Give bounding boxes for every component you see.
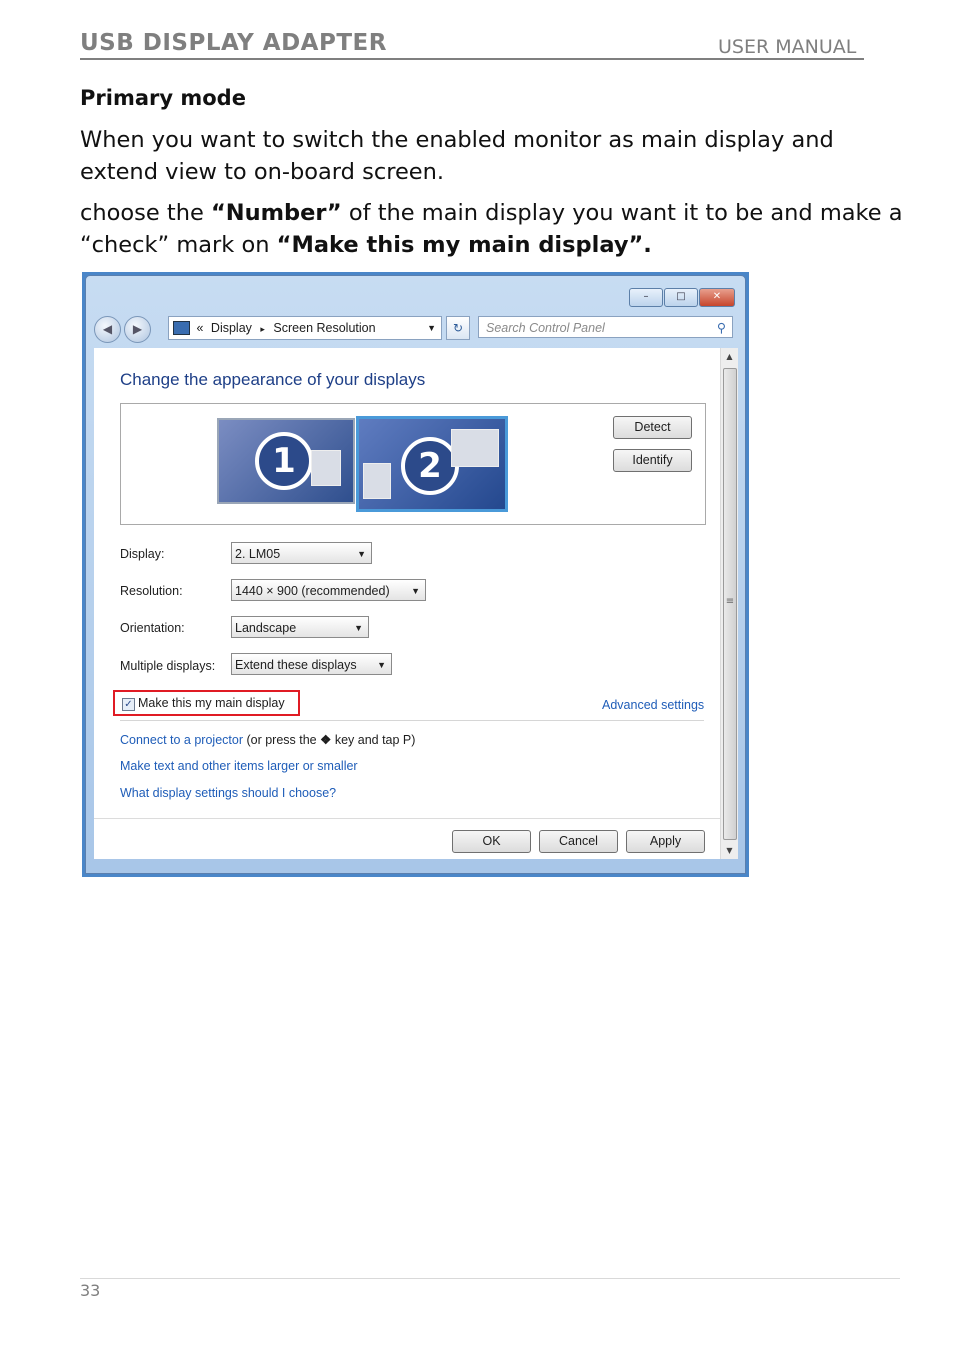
dialog-content: Change the appearance of your displays 1… xyxy=(94,348,720,859)
resolution-select[interactable]: 1440 × 900 (recommended) ▼ xyxy=(231,579,426,601)
search-input[interactable]: Search Control Panel ⚲ xyxy=(478,316,733,338)
orientation-label: Orientation: xyxy=(120,621,185,635)
orientation-select[interactable]: Landscape ▼ xyxy=(231,616,369,638)
monitor-2-sidebar-thumbnail xyxy=(363,463,391,499)
breadcrumb-display[interactable]: Display xyxy=(211,321,252,335)
resolution-select-value: 1440 × 900 (recommended) xyxy=(235,584,390,598)
monitor-1-number: 1 xyxy=(255,432,313,490)
detect-button[interactable]: Detect xyxy=(613,416,692,439)
main-display-checkbox-label[interactable]: Make this my main display xyxy=(138,696,285,710)
address-dropdown-icon[interactable]: ▼ xyxy=(427,317,436,339)
projector-hint-text: (or press the xyxy=(243,733,321,747)
highlight-box: ✓ Make this my main display xyxy=(113,690,300,716)
page-number: 33 xyxy=(80,1281,101,1300)
advanced-settings-link[interactable]: Advanced settings xyxy=(602,698,704,712)
apply-button[interactable]: Apply xyxy=(626,830,705,853)
multiple-displays-label: Multiple displays: xyxy=(120,659,216,673)
minimize-button[interactable]: – xyxy=(629,288,663,307)
window-frame: – □ ✕ ◀ ▶ « Display ▸ Screen Resolution … xyxy=(85,275,746,874)
intro-paragraph: When you want to switch the enabled moni… xyxy=(80,127,834,185)
maximize-button[interactable]: □ xyxy=(664,288,698,307)
projector-hint-text-2: key and tap P) xyxy=(331,733,416,747)
display-settings-help-link[interactable]: What display settings should I choose? xyxy=(120,786,336,800)
display-select[interactable]: 2. LM05 ▼ xyxy=(231,542,372,564)
resolution-label: Resolution: xyxy=(120,584,183,598)
breadcrumb-separator-icon: ▸ xyxy=(260,324,265,334)
control-panel-icon xyxy=(173,321,190,335)
connect-projector-link[interactable]: Connect to a projector xyxy=(120,733,243,747)
scroll-grip-icon: ≡ xyxy=(725,596,735,607)
document-header-subtitle: USER MANUAL xyxy=(718,36,857,58)
vertical-scrollbar[interactable]: ▲ ≡ ▼ xyxy=(720,348,738,859)
monitor-2-thumbnail xyxy=(451,429,499,467)
monitor-1[interactable]: 1 xyxy=(217,418,355,504)
section-title: Primary mode xyxy=(80,86,246,110)
search-placeholder: Search Control Panel xyxy=(486,321,605,335)
divider xyxy=(120,720,704,721)
breadcrumb-chevron: « xyxy=(196,321,204,335)
multiple-displays-select[interactable]: Extend these displays ▼ xyxy=(231,653,392,675)
caption-buttons: – □ ✕ xyxy=(629,288,735,307)
refresh-button[interactable]: ↻ xyxy=(446,316,470,340)
navigation-bar: ◀ ▶ « Display ▸ Screen Resolution ▼ ↻ Se… xyxy=(94,316,735,343)
forward-button[interactable]: ▶ xyxy=(124,316,151,343)
header-divider xyxy=(80,58,864,60)
identify-button[interactable]: Identify xyxy=(613,449,692,472)
display-arrangement-area: 1 2 Detect Identify xyxy=(120,403,706,525)
projector-line: Connect to a projector (or press the ❖ k… xyxy=(120,732,415,747)
dialog-heading: Change the appearance of your displays xyxy=(120,370,426,389)
footer-divider xyxy=(94,818,720,819)
orientation-select-value: Landscape xyxy=(235,621,297,635)
back-arrow-icon: ◀ xyxy=(102,322,113,336)
chevron-down-icon: ▼ xyxy=(354,623,363,633)
breadcrumb-screen-resolution[interactable]: Screen Resolution xyxy=(273,321,375,335)
document-header-title: USB DISPLAY ADAPTER xyxy=(80,30,387,56)
back-button[interactable]: ◀ xyxy=(94,316,121,343)
screen-resolution-window: – □ ✕ ◀ ▶ « Display ▸ Screen Resolution … xyxy=(82,272,749,877)
footer-divider-line xyxy=(80,1278,900,1279)
close-button[interactable]: ✕ xyxy=(699,288,735,307)
monitor-2[interactable]: 2 xyxy=(356,416,508,512)
search-icon: ⚲ xyxy=(716,321,726,335)
scroll-up-icon[interactable]: ▲ xyxy=(721,352,738,361)
text-size-link[interactable]: Make text and other items larger or smal… xyxy=(120,759,358,773)
monitor-1-thumbnail xyxy=(311,450,341,486)
address-bar[interactable]: « Display ▸ Screen Resolution ▼ xyxy=(168,316,442,340)
forward-arrow-icon: ▶ xyxy=(132,322,143,336)
chevron-down-icon: ▼ xyxy=(357,549,366,559)
cancel-button[interactable]: Cancel xyxy=(539,830,618,853)
scroll-down-icon[interactable]: ▼ xyxy=(721,846,738,855)
refresh-icon: ↻ xyxy=(452,321,464,335)
ok-button[interactable]: OK xyxy=(452,830,531,853)
display-select-value: 2. LM05 xyxy=(235,547,281,561)
multiple-displays-select-value: Extend these displays xyxy=(235,658,357,672)
chevron-down-icon: ▼ xyxy=(377,660,386,670)
main-display-checkbox[interactable]: ✓ xyxy=(122,698,135,711)
instruction-paragraph: choose the “Number” of the main display … xyxy=(80,200,903,258)
windows-key-icon: ❖ xyxy=(320,733,332,747)
display-label: Display: xyxy=(120,547,165,561)
chevron-down-icon: ▼ xyxy=(411,586,420,596)
